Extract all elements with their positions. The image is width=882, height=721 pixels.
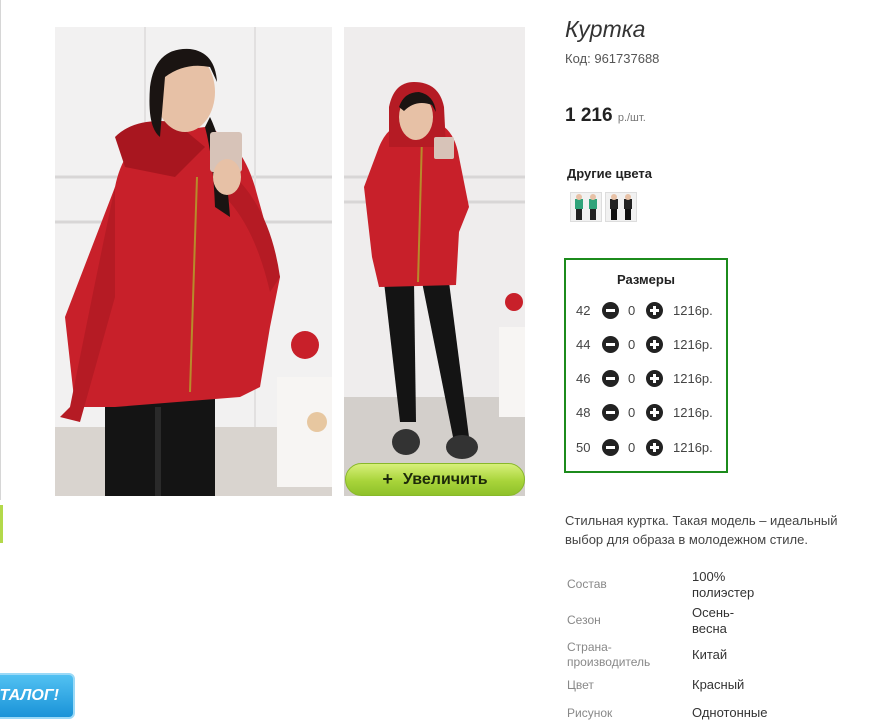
other-colors-title: Другие цвета <box>567 166 652 181</box>
product-photo-main[interactable] <box>55 27 332 496</box>
color-thumb-green[interactable] <box>570 192 602 222</box>
plus-circle-icon[interactable] <box>646 404 663 421</box>
size-row: 44 0 1216р. <box>566 335 726 355</box>
sizes-title: Размеры <box>617 272 675 287</box>
spec-label-pattern: Рисунок <box>567 706 613 720</box>
color-thumb-black[interactable] <box>605 192 637 222</box>
spec-value-country: Китай <box>692 647 728 662</box>
size-label: 42 <box>576 303 591 318</box>
zoom-label: Увеличить <box>402 470 488 488</box>
size-label: 50 <box>576 440 591 455</box>
left-accent-bar <box>0 505 3 543</box>
size-row: 50 0 1216р. <box>566 438 726 458</box>
size-row: 48 0 1216р. <box>566 403 726 423</box>
plus-icon: + <box>382 469 393 489</box>
quantity-value: 0 <box>628 371 636 386</box>
minus-icon[interactable] <box>602 302 619 319</box>
quantity-value: 0 <box>628 440 636 455</box>
spec-value-color: Красный <box>692 677 745 692</box>
spec-label-country: Страна-производитель <box>567 640 651 669</box>
plus-circle-icon[interactable] <box>646 439 663 456</box>
minus-icon[interactable] <box>602 439 619 456</box>
plus-circle-icon[interactable] <box>646 302 663 319</box>
size-label: 44 <box>576 337 591 352</box>
minus-icon[interactable] <box>602 404 619 421</box>
size-price: 1216р. <box>673 303 713 318</box>
size-label: 46 <box>576 371 591 386</box>
size-price: 1216р. <box>673 405 713 420</box>
minus-icon[interactable] <box>602 370 619 387</box>
spec-label-color: Цвет <box>567 678 594 692</box>
spec-label-composition: Состав <box>567 577 607 591</box>
size-row: 46 0 1216р. <box>566 369 726 389</box>
product-price: 1 216 р./шт. <box>565 105 646 127</box>
left-border <box>0 0 1 500</box>
zoom-button[interactable]: + Увеличить <box>345 463 525 496</box>
price-unit: р./шт. <box>617 112 646 124</box>
sizes-panel: Размеры 42 0 1216р. 44 0 1216р. 46 0 121… <box>564 258 728 473</box>
catalog-button[interactable]: ТАЛОГ! <box>0 673 75 719</box>
spec-label-season: Сезон <box>567 613 601 627</box>
product-description: Стильная куртка. Такая модель – идеальны… <box>565 513 838 547</box>
minus-icon[interactable] <box>602 336 619 353</box>
quantity-value: 0 <box>628 303 636 318</box>
quantity-value: 0 <box>628 337 636 352</box>
product-code-label: Код: <box>565 51 591 66</box>
plus-circle-icon[interactable] <box>646 336 663 353</box>
price-value: 1 216 <box>565 105 613 126</box>
spec-value-pattern: Однотонные <box>692 705 768 720</box>
product-photo-secondary[interactable] <box>344 27 525 496</box>
product-code: Код: 961737688 <box>565 51 659 66</box>
spec-value-composition: 100% полиэстер <box>692 569 755 600</box>
size-row: 42 0 1216р. <box>566 301 726 321</box>
spec-value-season: Осень-весна <box>692 605 735 636</box>
product-title: Куртка <box>565 16 646 42</box>
size-price: 1216р. <box>673 337 713 352</box>
size-label: 48 <box>576 405 591 420</box>
size-price: 1216р. <box>673 440 713 455</box>
product-code-value: 961737688 <box>594 51 660 66</box>
size-price: 1216р. <box>673 371 713 386</box>
plus-circle-icon[interactable] <box>646 370 663 387</box>
quantity-value: 0 <box>628 405 636 420</box>
